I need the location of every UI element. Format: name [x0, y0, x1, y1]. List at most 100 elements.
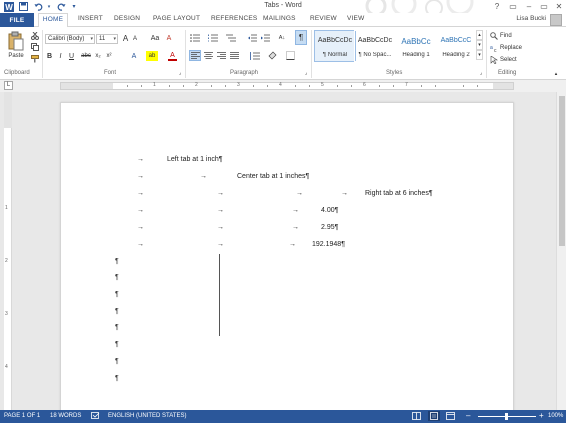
sort-button[interactable]: A↓	[276, 33, 288, 43]
grow-font-button[interactable]: A	[121, 33, 130, 43]
read-mode-icon[interactable]	[412, 412, 421, 422]
tab-review[interactable]: REVIEW	[310, 15, 337, 27]
vertical-scrollbar-thumb[interactable]	[559, 96, 565, 246]
word-count-indicator[interactable]: 18 WORDS	[50, 413, 81, 419]
collapse-ribbon-icon[interactable]: ▴	[552, 70, 560, 77]
tab-view[interactable]: VIEW	[347, 15, 364, 27]
line-spacing-icon[interactable]	[247, 50, 261, 61]
styles-scroll-up-icon[interactable]: ▴	[476, 30, 483, 40]
increase-indent-icon[interactable]	[260, 33, 270, 43]
zoom-slider-thumb[interactable]	[505, 413, 508, 420]
shading-icon[interactable]	[266, 50, 278, 61]
replace-icon[interactable]: ac	[489, 43, 498, 52]
style-normal[interactable]: AaBbCcDc ¶ Normal	[314, 30, 356, 62]
copy-icon[interactable]	[30, 42, 39, 51]
minimize-button[interactable]: –	[522, 0, 536, 12]
tab-selector-button[interactable]: L	[4, 81, 13, 90]
ruler-tick	[379, 85, 380, 87]
bullets-icon[interactable]	[189, 33, 201, 43]
bold-button[interactable]: B	[45, 51, 54, 61]
underline-button[interactable]: U	[67, 51, 76, 61]
ruler-tick	[435, 85, 436, 87]
style-no-spacing[interactable]: AaBbCcDc ¶ No Spac...	[354, 30, 396, 62]
empty-paragraph-mark: ¶	[115, 324, 119, 331]
paste-icon[interactable]	[5, 30, 27, 52]
user-name[interactable]: Lisa Bucki	[516, 15, 546, 22]
styles-more-icon[interactable]: ▾	[476, 50, 483, 60]
tab-references[interactable]: REFERENCES	[211, 15, 257, 27]
select-icon[interactable]	[489, 55, 498, 64]
tab-page-layout[interactable]: PAGE LAYOUT	[153, 15, 200, 27]
font-size-combo[interactable]: 11 ▾	[96, 34, 118, 44]
select-button[interactable]: Select	[500, 55, 517, 64]
style-heading-2[interactable]: AaBbCcC Heading 2	[435, 30, 477, 62]
justify-icon[interactable]	[229, 50, 240, 61]
proofing-icon[interactable]	[91, 412, 100, 422]
change-case-button[interactable]: Aa	[148, 33, 162, 43]
borders-icon[interactable]	[284, 50, 296, 61]
show-formatting-marks-button[interactable]: ¶	[295, 30, 307, 45]
page-count-indicator[interactable]: PAGE 1 OF 1	[4, 413, 40, 419]
tab-insert[interactable]: INSERT	[78, 15, 103, 27]
style-heading-1[interactable]: AaBbCc Heading 1	[395, 30, 437, 62]
superscript-button[interactable]: x²	[104, 51, 114, 61]
status-bar: PAGE 1 OF 1 18 WORDS ENGLISH (UNITED STA…	[0, 410, 566, 423]
ribbon-display-options-button[interactable]: ▭	[506, 0, 520, 12]
tab-design[interactable]: DESIGN	[114, 15, 140, 27]
format-painter-icon[interactable]	[30, 54, 39, 63]
ruler-tick	[337, 85, 338, 87]
style-normal-preview: AaBbCcDc	[317, 37, 353, 44]
decrease-indent-icon[interactable]	[247, 33, 257, 43]
styles-dialog-launcher-icon[interactable]: ⌟	[478, 69, 484, 76]
vertical-ruler[interactable]: 1 2 3 4	[4, 92, 12, 410]
replace-button[interactable]: Replace	[500, 43, 522, 52]
clear-formatting-button[interactable]: A	[164, 33, 174, 43]
empty-paragraph-mark: ¶	[115, 274, 119, 281]
cut-icon[interactable]	[30, 31, 39, 40]
style-heading-1-preview: AaBbCc	[401, 37, 431, 46]
restore-button[interactable]: ▭	[537, 0, 551, 12]
tab-home[interactable]: HOME	[38, 13, 68, 28]
horizontal-ruler[interactable]: 1 2 3 4 5 6 7	[60, 82, 514, 90]
close-button[interactable]: ✕	[552, 0, 566, 12]
zoom-in-button[interactable]: +	[539, 411, 544, 420]
ruler-number: 4	[279, 82, 282, 88]
chevron-down-icon: ▾	[113, 36, 116, 42]
document-page[interactable]: → Left tab at 1 inch¶ → → Center tab at …	[60, 102, 514, 410]
zoom-out-button[interactable]: –	[466, 411, 470, 420]
strikethrough-button[interactable]: abc	[80, 51, 92, 61]
align-right-icon[interactable]	[216, 50, 227, 61]
zoom-level[interactable]: 100%	[548, 413, 563, 419]
paragraph-dialog-launcher-icon[interactable]: ⌟	[303, 69, 309, 76]
subscript-button[interactable]: x₂	[93, 51, 103, 61]
find-button[interactable]: Find	[500, 31, 512, 40]
find-icon[interactable]	[489, 31, 498, 40]
shrink-font-button[interactable]: A	[131, 34, 139, 44]
empty-paragraph-mark: ¶	[115, 375, 119, 382]
document-line-decimal-3: 192.1948¶	[312, 241, 345, 248]
user-avatar[interactable]	[550, 14, 562, 26]
highlight-button[interactable]: ab	[146, 51, 158, 61]
web-layout-icon[interactable]	[446, 412, 455, 422]
font-dialog-launcher-icon[interactable]: ⌟	[177, 69, 183, 76]
ruler-number: 1	[153, 82, 156, 88]
empty-paragraph-mark: ¶	[115, 308, 119, 315]
multilevel-list-icon[interactable]	[225, 33, 237, 43]
align-left-icon[interactable]	[189, 50, 201, 61]
paste-button[interactable]: Paste	[4, 52, 28, 60]
tab-mailings[interactable]: MAILINGS	[263, 15, 296, 27]
numbering-icon[interactable]	[207, 33, 219, 43]
language-indicator[interactable]: ENGLISH (UNITED STATES)	[108, 413, 186, 419]
font-color-button[interactable]: A	[168, 51, 177, 61]
print-layout-icon[interactable]	[428, 411, 440, 421]
text-effects-button[interactable]: A	[129, 51, 139, 61]
vertical-scrollbar[interactable]	[556, 92, 566, 410]
tab-file[interactable]: FILE	[0, 13, 34, 27]
italic-button[interactable]: I	[56, 51, 65, 61]
vertical-ruler-number: 4	[5, 364, 8, 370]
font-name-combo[interactable]: Calibri (Body) ▾	[45, 34, 95, 44]
align-center-icon[interactable]	[203, 50, 214, 61]
styles-scroll-down-icon[interactable]: ▾	[476, 40, 483, 50]
help-button[interactable]: ?	[490, 0, 504, 12]
style-heading-2-preview: AaBbCcC	[440, 37, 472, 44]
